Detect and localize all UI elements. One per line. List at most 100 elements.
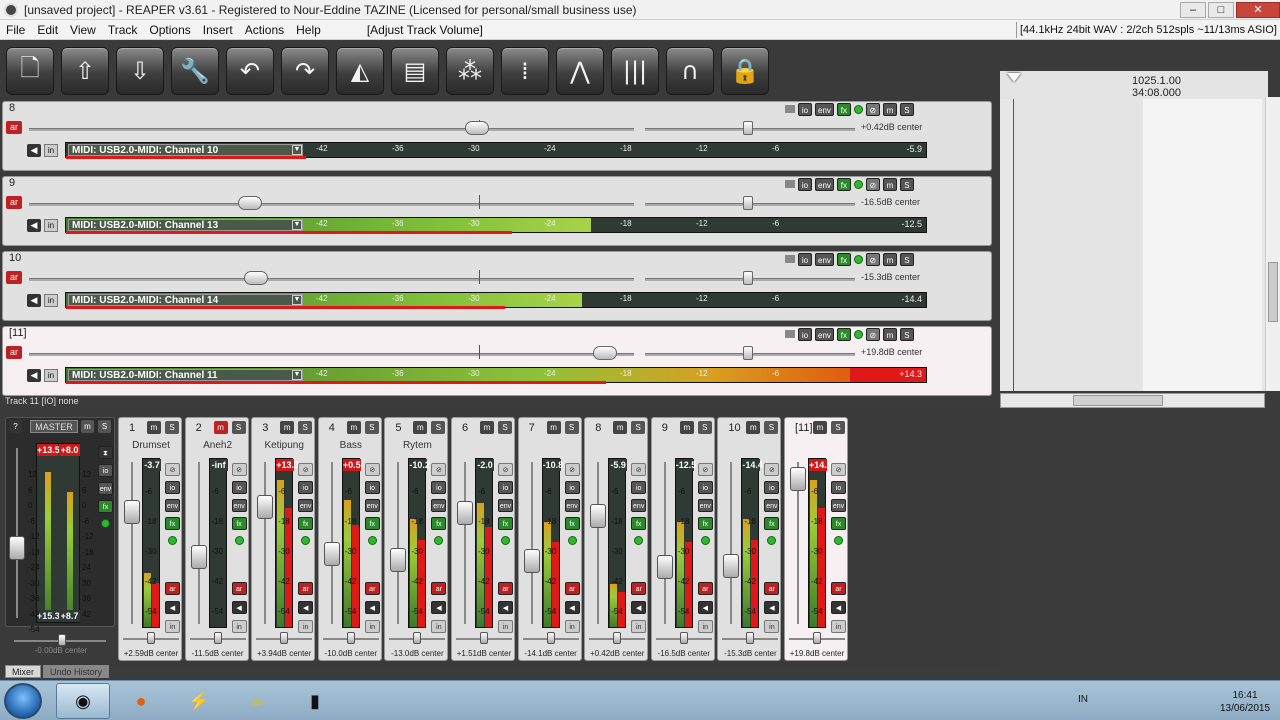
fx-button[interactable]: fx	[836, 102, 851, 116]
strip-env-button[interactable]: env	[431, 499, 447, 512]
strip-speaker-icon[interactable]: ◀	[498, 601, 513, 614]
volume-fader[interactable]	[390, 547, 407, 572]
pan-slider-knob[interactable]	[743, 121, 753, 135]
strip-fx-button[interactable]: fx	[697, 517, 713, 530]
strip-fx-enable[interactable]	[301, 536, 311, 545]
strip-solo-button[interactable]: S	[364, 421, 379, 434]
strip-mute-button[interactable]: m	[679, 421, 694, 434]
strip-mute-button[interactable]: m	[480, 421, 494, 434]
strip-record-arm-button[interactable]: ar	[764, 582, 780, 595]
folder-icon[interactable]	[785, 255, 795, 263]
strip-pan-knob[interactable]	[346, 632, 355, 644]
strip-pan-knob[interactable]	[413, 632, 422, 644]
strip-pan-track[interactable]	[389, 632, 446, 644]
strip-fx-button[interactable]: fx	[764, 517, 780, 530]
strip-input-button[interactable]: in	[764, 620, 780, 633]
phase-button[interactable]: ⊘	[865, 327, 880, 341]
input-monitor-button[interactable]: in	[44, 144, 58, 157]
strip-fx-enable[interactable]	[834, 536, 843, 545]
master-fader[interactable]	[9, 536, 25, 560]
volume-slider-knob[interactable]	[243, 271, 268, 285]
strip-mute-button[interactable]: m	[613, 421, 628, 434]
menu-view[interactable]: View	[64, 23, 102, 37]
strip-pan-track[interactable]	[189, 632, 246, 644]
input-monitor-button[interactable]: in	[44, 369, 58, 382]
strip-speaker-icon[interactable]: ◀	[165, 601, 180, 614]
record-arm-button[interactable]: ar	[6, 121, 22, 134]
input-selector[interactable]: MIDI: USB2.0-MIDI: Channel 13	[68, 219, 303, 231]
strip-speaker-icon[interactable]: ◀	[364, 601, 380, 614]
menu-insert[interactable]: Insert	[197, 23, 239, 37]
strip-fx-button[interactable]: fx	[431, 517, 447, 530]
strip-io-button[interactable]: io	[564, 481, 580, 494]
strip-input-button[interactable]: in	[831, 620, 846, 633]
strip-mute-button[interactable]: m	[147, 421, 161, 434]
strip-mute-button[interactable]: m	[213, 421, 228, 434]
speaker-icon[interactable]: ◀	[27, 294, 41, 307]
envelope-points-button[interactable]: ⋀	[556, 47, 604, 95]
strip-input-button[interactable]: in	[498, 620, 513, 633]
strip-solo-button[interactable]: S	[764, 421, 779, 434]
strip-env-button[interactable]: env	[831, 499, 846, 512]
strip-solo-button[interactable]: S	[498, 421, 512, 434]
mixer-strip[interactable]: 8 m S -5.9 -6 -18 -30 -42 -54 ⊘ io env fx ar ◀ in +0.42d…	[584, 417, 649, 661]
phase-button[interactable]: ⊘	[865, 177, 880, 191]
strip-mute-button[interactable]: m	[280, 421, 295, 434]
taskbar-app-4[interactable]: ▮	[288, 683, 342, 719]
strip-io-button[interactable]: io	[231, 481, 247, 494]
arrange-horizontal-scrollbar[interactable]	[1000, 393, 1265, 408]
strip-fx-button[interactable]: fx	[498, 517, 513, 530]
strip-pan-track[interactable]	[456, 632, 512, 644]
strip-fx-enable[interactable]	[234, 536, 244, 545]
strip-env-button[interactable]: env	[498, 499, 513, 512]
project-settings-button[interactable]: 🔧	[171, 47, 219, 95]
strip-record-arm-button[interactable]: ar	[631, 582, 647, 595]
strip-record-arm-button[interactable]: ar	[231, 582, 247, 595]
strip-env-button[interactable]: env	[764, 499, 780, 512]
strip-env-button[interactable]: env	[697, 499, 713, 512]
strip-record-arm-button[interactable]: ar	[431, 582, 447, 595]
menu-options[interactable]: Options	[143, 23, 196, 37]
strip-input-button[interactable]: in	[364, 620, 380, 633]
strip-input-button[interactable]: in	[231, 620, 247, 633]
track-meter[interactable]: MIDI: USB2.0-MIDI: Channel 14 ▼ -42 -36 -30 -…	[65, 292, 927, 309]
strip-solo-button[interactable]: S	[165, 421, 179, 434]
volume-fader[interactable]	[190, 544, 207, 569]
start-button[interactable]	[4, 683, 42, 719]
tab-mixer[interactable]: Mixer	[5, 665, 41, 678]
fader-track[interactable]	[264, 462, 267, 624]
strip-speaker-icon[interactable]: ◀	[831, 601, 846, 614]
menu-edit[interactable]: Edit	[31, 23, 64, 37]
strip-solo-button[interactable]: S	[564, 421, 579, 434]
new-project-button[interactable]: 🗋	[6, 47, 54, 95]
mute-button[interactable]: m	[882, 102, 897, 116]
strip-solo-button[interactable]: S	[697, 421, 712, 434]
master-pan-track[interactable]	[14, 634, 106, 646]
strip-fx-enable[interactable]	[700, 536, 710, 545]
strip-pan-knob[interactable]	[147, 632, 155, 644]
folder-icon[interactable]	[785, 105, 795, 113]
strip-pan-knob[interactable]	[280, 632, 289, 644]
arrange-view[interactable]	[1013, 99, 1143, 391]
strip-record-arm-button[interactable]: ar	[697, 582, 713, 595]
io-button[interactable]: io	[798, 327, 812, 341]
fader-track[interactable]	[464, 462, 466, 624]
fx-enable-icon[interactable]	[853, 254, 863, 264]
mixer-strip[interactable]: 3 m S Ketipung +13.3 -6 -18 -30 -42 -54 ⊘ io env fx ar…	[251, 417, 316, 661]
volume-slider-knob[interactable]	[592, 346, 617, 360]
env-button[interactable]: env	[815, 327, 834, 341]
phase-button[interactable]: ⊘	[865, 252, 880, 266]
io-button[interactable]: io	[798, 252, 812, 266]
strip-env-button[interactable]: env	[564, 499, 580, 512]
maximize-button[interactable]: □	[1208, 1, 1234, 18]
volume-slider-track[interactable]	[29, 203, 634, 206]
strip-record-arm-button[interactable]: ar	[564, 582, 580, 595]
strip-env-button[interactable]: env	[165, 499, 180, 512]
auto-crossfade-button[interactable]: ▤	[391, 47, 439, 95]
track-meter[interactable]: MIDI: USB2.0-MIDI: Channel 10 ▼ -42 -36 -30 -…	[65, 142, 927, 159]
strip-input-button[interactable]: in	[631, 620, 647, 633]
strip-pan-track[interactable]	[789, 632, 845, 644]
menu-track[interactable]: Track	[102, 23, 144, 37]
record-arm-button[interactable]: ar	[6, 346, 22, 359]
mixer-strip[interactable]: 5 m S Rytem -10.2 -6 -18 -30 -42 -54 ⊘ io env fx ar ◀ in…	[384, 417, 449, 661]
